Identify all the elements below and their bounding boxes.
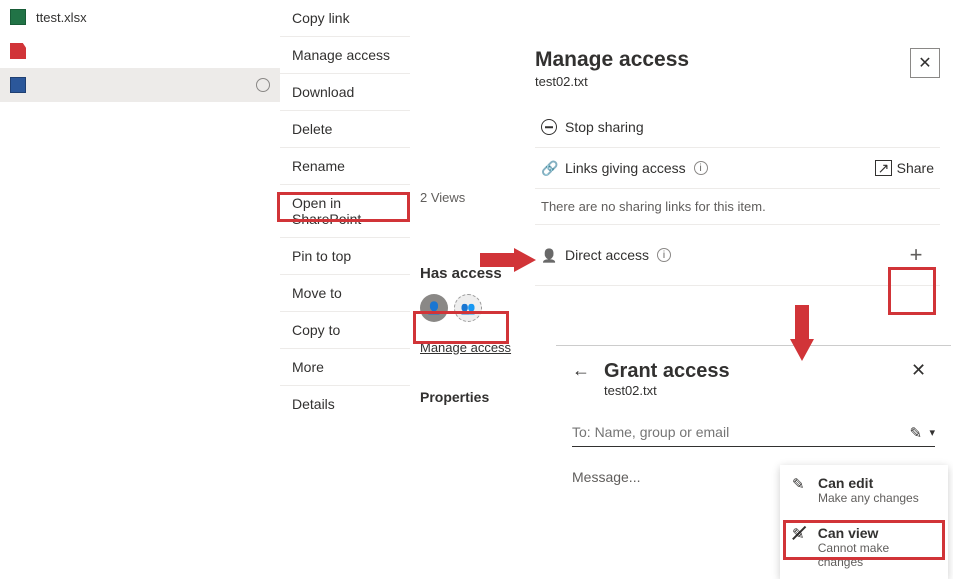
perm-can-edit[interactable]: Can edit Make any changes (780, 465, 948, 515)
links-giving-access-row: Links giving access i Share (535, 148, 940, 189)
add-direct-access-button[interactable]: + (898, 237, 934, 273)
panel-filename: test02.txt (535, 74, 689, 89)
file-row[interactable] (0, 34, 280, 68)
link-icon (541, 160, 557, 176)
excel-icon (10, 9, 26, 25)
no-edit-icon (792, 525, 808, 541)
back-button[interactable]: ← (572, 360, 590, 381)
file-list: ttest.xlsx (0, 0, 280, 102)
ctx-pin-to-top[interactable]: Pin to top (280, 237, 410, 274)
grant-access-panel: ← Grant access test02.txt ✕ ▾ Message... (556, 345, 951, 485)
grant-filename: test02.txt (604, 383, 730, 398)
file-name: ttest.xlsx (36, 10, 270, 25)
views-count: 2 Views (420, 190, 530, 205)
info-icon[interactable]: i (694, 161, 708, 175)
no-links-note: There are no sharing links for this item… (535, 189, 940, 224)
ctx-manage-access[interactable]: Manage access (280, 36, 410, 73)
perm-desc: Cannot make changes (818, 541, 936, 569)
ctx-move-to[interactable]: Move to (280, 274, 410, 311)
avatar[interactable]: 👤 (420, 294, 448, 322)
perm-label: Can view (818, 525, 936, 541)
file-row[interactable] (0, 68, 280, 102)
person-icon (541, 247, 557, 263)
select-radio[interactable] (256, 78, 270, 92)
avatar-group[interactable]: 👥 (454, 294, 482, 322)
properties-heading: Properties (420, 389, 530, 405)
grant-title: Grant access (604, 360, 730, 383)
perm-label: Can edit (818, 475, 919, 491)
manage-access-link[interactable]: Manage access (420, 340, 530, 355)
ctx-open-sharepoint[interactable]: Open in SharePoint (280, 184, 410, 237)
ctx-delete[interactable]: Delete (280, 110, 410, 147)
permission-dropdown-button[interactable]: ▾ (909, 424, 935, 440)
stop-icon (541, 119, 557, 135)
close-button[interactable]: ✕ (910, 48, 940, 78)
share-label: Share (897, 160, 934, 176)
pdf-icon (10, 43, 26, 59)
ctx-download[interactable]: Download (280, 73, 410, 110)
ctx-rename[interactable]: Rename (280, 147, 410, 184)
panel-title: Manage access (535, 48, 689, 72)
file-row[interactable]: ttest.xlsx (0, 0, 280, 34)
direct-access-row: Direct access i + (535, 224, 940, 286)
share-button[interactable]: Share (875, 160, 934, 176)
stop-sharing-row[interactable]: Stop sharing (535, 107, 940, 148)
manage-access-panel: Manage access test02.txt ✕ Stop sharing … (535, 48, 940, 286)
chevron-down-icon: ▾ (929, 426, 935, 439)
direct-access-label: Direct access (565, 247, 649, 263)
context-menu: Copy link Manage access Download Delete … (280, 0, 410, 422)
avatar-row: 👤 👥 (420, 294, 530, 322)
recipient-input[interactable] (572, 424, 909, 440)
details-column: 2 Views Has access 👤 👥 Manage access Pro… (420, 190, 530, 405)
share-icon (875, 160, 891, 176)
perm-desc: Make any changes (818, 491, 919, 505)
pencil-icon (909, 424, 925, 440)
close-icon: ✕ (918, 53, 931, 73)
permission-dropdown: Can edit Make any changes Can view Canno… (780, 465, 948, 579)
close-button[interactable]: ✕ (911, 360, 935, 384)
has-access-heading: Has access (420, 265, 530, 282)
word-icon (10, 77, 26, 93)
ctx-more[interactable]: More (280, 348, 410, 385)
stop-sharing-label: Stop sharing (565, 119, 644, 135)
info-icon[interactable]: i (657, 248, 671, 262)
pencil-icon (792, 475, 808, 491)
ctx-details[interactable]: Details (280, 385, 410, 422)
ctx-copy-to[interactable]: Copy to (280, 311, 410, 348)
perm-can-view[interactable]: Can view Cannot make changes (780, 515, 948, 579)
links-label: Links giving access (565, 160, 686, 176)
ctx-copy-link[interactable]: Copy link (280, 0, 410, 36)
